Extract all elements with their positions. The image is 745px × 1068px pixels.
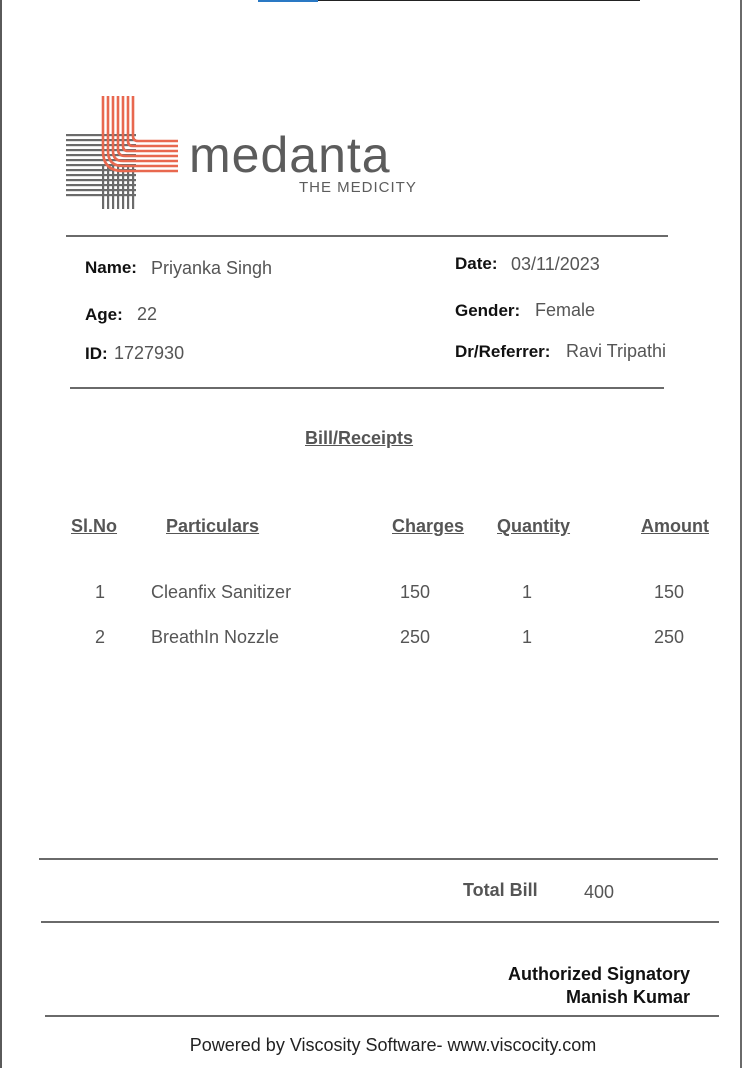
doctor-value: Ravi Tripathi [566, 341, 667, 361]
row-charges: 150 [400, 582, 431, 602]
id-label: ID: [85, 344, 108, 363]
total-top-divider [39, 858, 718, 860]
info-divider [70, 387, 664, 389]
doctor-label: Dr/Referrer: [455, 342, 551, 361]
total-bottom-divider [41, 921, 719, 923]
date-label: Date: [455, 254, 498, 273]
total-bill-label: Total Bill [463, 880, 538, 900]
logo-tagline-text: THE MEDICITY [299, 179, 417, 196]
header-amount: Amount [641, 516, 709, 536]
medanta-logo: medanta THE MEDICITY [66, 96, 426, 211]
footer-text: Powered by Viscosity Software- www.visco… [189, 1035, 597, 1055]
row-charges: 250 [400, 627, 431, 647]
age-value: 22 [137, 304, 158, 324]
bill-title: Bill/Receipts [305, 428, 414, 448]
row-quantity: 1 [522, 582, 533, 602]
row-slno: 2 [95, 627, 106, 647]
row-amount: 250 [654, 627, 685, 647]
row-slno: 1 [95, 582, 106, 602]
signatory-name: Manish Kumar [565, 987, 690, 1007]
name-label: Name: [85, 258, 137, 277]
header-charges: Charges [392, 516, 465, 536]
top-accent-bar [258, 0, 318, 2]
left-border [0, 0, 2, 1068]
row-particulars: Cleanfix Sanitizer [151, 582, 292, 602]
logo-brand-text: medanta [189, 127, 391, 183]
total-bill-value: 400 [584, 882, 615, 902]
name-value: Priyanka Singh [151, 258, 273, 278]
header-slno: Sl.No [71, 516, 118, 536]
signatory-title: Authorized Signatory [507, 964, 690, 984]
row-amount: 150 [654, 582, 685, 602]
row-quantity: 1 [522, 627, 533, 647]
header-divider [66, 235, 668, 237]
gender-value: Female [535, 300, 596, 320]
id-value: 1727930 [114, 343, 185, 363]
right-border [740, 0, 742, 1068]
age-label: Age: [85, 305, 123, 324]
row-particulars: BreathIn Nozzle [151, 627, 280, 647]
gender-label: Gender: [455, 301, 521, 320]
date-value: 03/11/2023 [511, 254, 600, 274]
header-particulars: Particulars [166, 516, 260, 536]
header-quantity: Quantity [497, 516, 571, 536]
footer-divider [45, 1015, 719, 1017]
